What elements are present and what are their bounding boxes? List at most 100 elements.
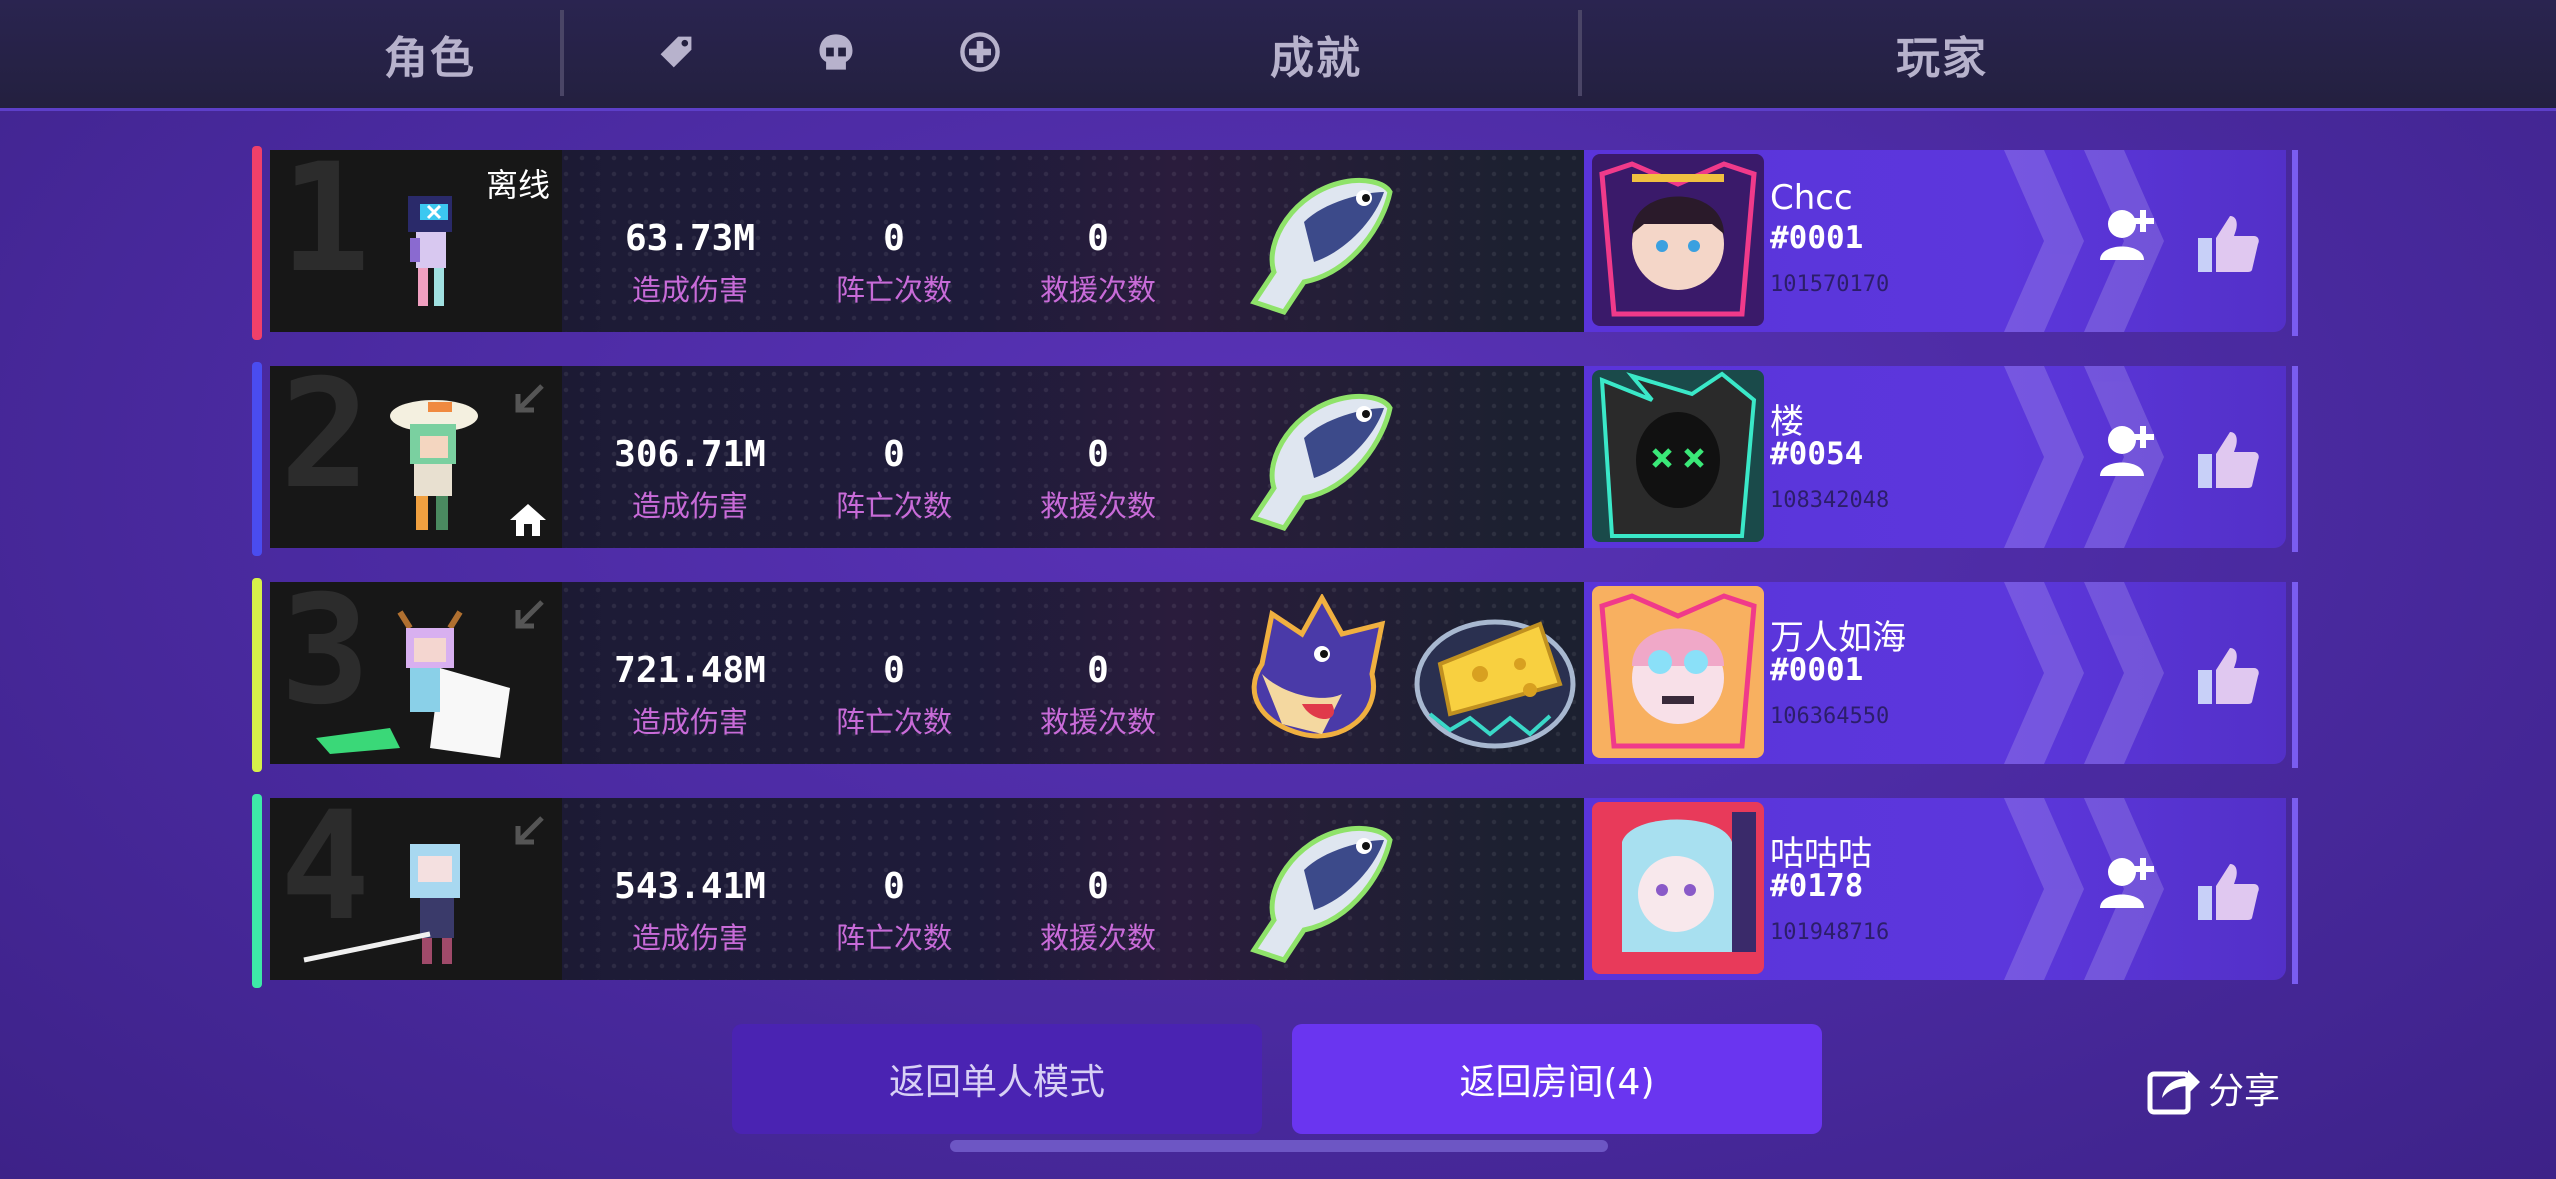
arrow-down-left-icon <box>515 384 544 413</box>
header-divider <box>1578 10 1582 96</box>
fish-badge-icon[interactable] <box>1234 378 1404 538</box>
fish-badge-icon[interactable] <box>1234 810 1404 970</box>
add-friend-icon[interactable] <box>2096 418 2160 482</box>
home-indicator[interactable] <box>950 1140 1608 1152</box>
deaths-value: 0 <box>883 218 905 259</box>
wolf-badge-icon[interactable] <box>1232 594 1402 754</box>
player-row: 4 543.41M 造成伤害 0 阵亡次数 0 救援次数 咕咕咕 #0178 1… <box>252 794 2300 988</box>
player-id: 108342048 <box>1770 488 1890 513</box>
character-sprite <box>316 610 510 758</box>
rescues-value: 0 <box>1087 218 1109 259</box>
rank-number: 2 <box>280 366 371 522</box>
damage-stat: 306.71M 造成伤害 <box>590 434 790 525</box>
row-end-border <box>2292 582 2298 768</box>
back-to-solo-button[interactable]: 返回单人模式 <box>732 1024 1262 1134</box>
chevron-decoration <box>2004 366 2084 548</box>
share-icon <box>2147 1070 2200 1115</box>
player-row: 2 306.71M 造成伤害 0 阵亡次数 0 救援次数 楼 #0054 108… <box>252 362 2300 556</box>
header-character: 角色 <box>384 33 476 84</box>
rescues-stat: 0 救援次数 <box>998 866 1198 957</box>
deaths-stat: 0 阵亡次数 <box>794 434 994 525</box>
add-friend-icon[interactable] <box>2096 202 2160 266</box>
home-icon <box>510 504 546 536</box>
add-friend-icon[interactable] <box>2096 850 2160 914</box>
row-end-border <box>2292 366 2298 552</box>
tag-icon <box>660 36 692 68</box>
player-id: 101570170 <box>1770 272 1890 297</box>
player-card[interactable]: Chcc #0001 101570170 <box>1584 150 2286 332</box>
player-card[interactable]: 咕咕咕 #0178 101948716 <box>1584 798 2286 980</box>
damage-stat: 63.73M 造成伤害 <box>590 218 790 309</box>
damage-value: 306.71M <box>614 434 766 475</box>
cheese-badge-icon[interactable] <box>1410 594 1580 754</box>
player-id: 101948716 <box>1770 920 1890 945</box>
player-tag: #0001 <box>1770 220 1864 256</box>
damage-label: 造成伤害 <box>631 705 748 739</box>
player-avatar[interactable] <box>1592 154 1764 326</box>
damage-label: 造成伤害 <box>631 921 748 955</box>
player-tag: #0054 <box>1770 436 1864 472</box>
player-id: 106364550 <box>1770 704 1890 729</box>
rescues-value: 0 <box>1087 866 1109 907</box>
damage-value: 543.41M <box>614 866 766 907</box>
chevron-decoration <box>2004 798 2084 980</box>
chevron-decoration <box>2004 582 2084 764</box>
rank-accent-bar <box>252 578 262 772</box>
character-sprite <box>390 400 478 530</box>
deaths-value: 0 <box>883 650 905 691</box>
deaths-value: 0 <box>883 866 905 907</box>
deaths-label: 阵亡次数 <box>835 489 952 523</box>
damage-label: 造成伤害 <box>631 273 748 307</box>
damage-stat: 543.41M 造成伤害 <box>590 866 790 957</box>
header-player: 玩家 <box>1896 33 1988 84</box>
header-divider <box>560 10 564 96</box>
character-cell[interactable]: 3 <box>270 582 562 764</box>
rescues-value: 0 <box>1087 650 1109 691</box>
character-cell[interactable]: 1 离线 <box>270 150 562 332</box>
player-row: 3 721.48M 造成伤害 0 阵亡次数 0 救援次数 万人如海 #0001 … <box>252 578 2300 772</box>
share-button[interactable]: 分享 <box>2146 1060 2280 1116</box>
rank-number: 1 <box>280 150 371 306</box>
skull-icon <box>819 34 853 70</box>
deaths-label: 阵亡次数 <box>835 273 952 307</box>
like-icon[interactable] <box>2196 862 2260 922</box>
player-name: Chcc <box>1770 178 1853 218</box>
player-avatar[interactable] <box>1592 586 1764 758</box>
character-cell[interactable]: 4 <box>270 798 562 980</box>
deaths-stat: 0 阵亡次数 <box>794 650 994 741</box>
rescues-stat: 0 救援次数 <box>998 434 1198 525</box>
rank-accent-bar <box>252 794 262 988</box>
offline-label: 离线 <box>485 166 550 204</box>
like-icon[interactable] <box>2196 646 2260 706</box>
player-avatar[interactable] <box>1592 802 1764 974</box>
player-card[interactable]: 楼 #0054 108342048 <box>1584 366 2286 548</box>
damage-label: 造成伤害 <box>631 489 748 523</box>
rescues-label: 救援次数 <box>1039 921 1156 955</box>
player-tag: #0178 <box>1770 868 1864 904</box>
player-avatar[interactable] <box>1592 370 1764 542</box>
rank-accent-bar <box>252 146 262 340</box>
back-to-room-button[interactable]: 返回房间(4) <box>1292 1024 1822 1134</box>
heal-plus-icon <box>960 32 1000 72</box>
damage-value: 721.48M <box>614 650 766 691</box>
row-end-border <box>2292 798 2298 984</box>
character-sprite <box>303 844 460 964</box>
rescues-label: 救援次数 <box>1039 273 1156 307</box>
damage-stat: 721.48M 造成伤害 <box>590 650 790 741</box>
rescues-label: 救援次数 <box>1039 705 1156 739</box>
like-icon[interactable] <box>2196 214 2260 274</box>
deaths-value: 0 <box>883 434 905 475</box>
rank-accent-bar <box>252 362 262 556</box>
fish-badge-icon[interactable] <box>1234 162 1404 322</box>
player-card[interactable]: 万人如海 #0001 106364550 <box>1584 582 2286 764</box>
like-icon[interactable] <box>2196 430 2260 490</box>
deaths-stat: 0 阵亡次数 <box>794 218 994 309</box>
deaths-label: 阵亡次数 <box>835 705 952 739</box>
share-label: 分享 <box>2208 1071 2281 1112</box>
row-end-border <box>2292 150 2298 336</box>
player-row: 1 离线 63.73M 造成伤害 0 阵亡次数 0 救援次数 Chcc #000… <box>252 146 2300 340</box>
character-cell[interactable]: 2 <box>270 366 562 548</box>
chevron-decoration <box>2004 150 2084 332</box>
header-achievement: 成就 <box>1270 33 1362 84</box>
chevron-decoration <box>2084 582 2164 764</box>
